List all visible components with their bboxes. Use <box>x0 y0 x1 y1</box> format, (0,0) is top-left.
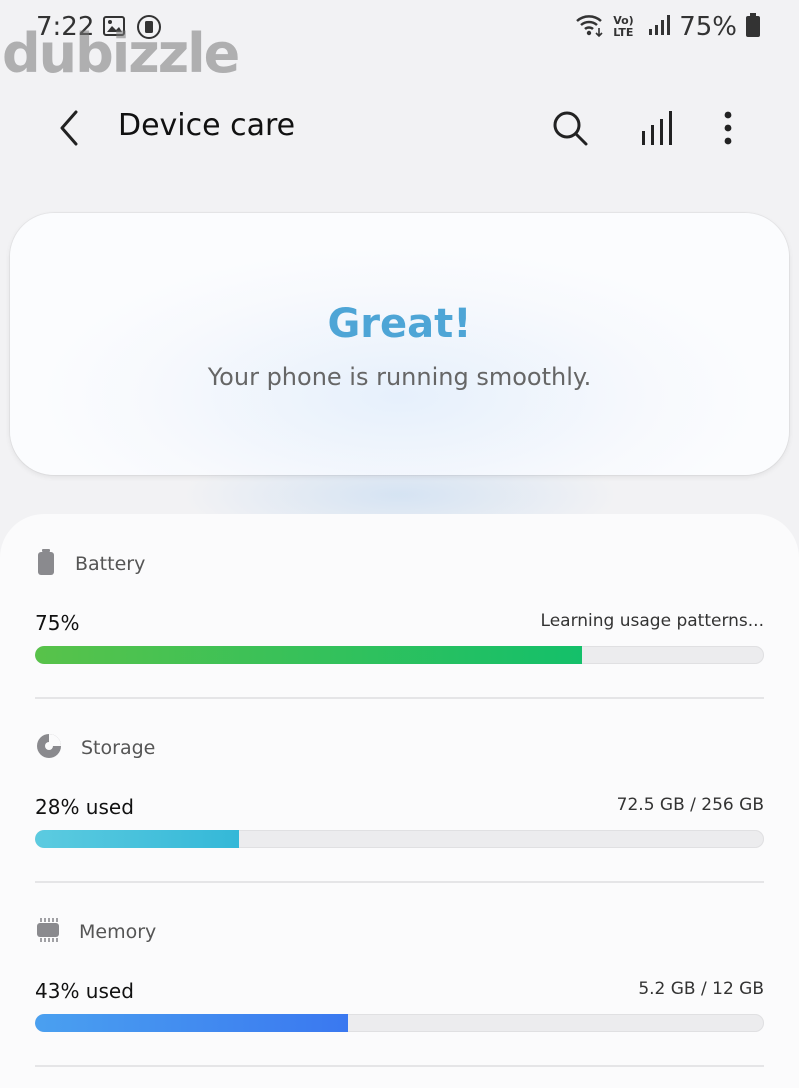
more-vertical-icon <box>724 111 732 145</box>
app-bar: Device care <box>0 96 799 160</box>
search-icon <box>553 111 588 146</box>
storage-label: Storage <box>81 737 156 759</box>
search-button[interactable] <box>548 106 592 150</box>
wifi-icon <box>575 12 605 42</box>
battery-percent-text: 75% <box>679 12 737 42</box>
memory-label: Memory <box>79 921 157 943</box>
memory-progress-track <box>35 1014 764 1032</box>
battery-progress-fill <box>35 646 582 664</box>
diagnostics-button[interactable] <box>634 106 678 150</box>
storage-header: Storage <box>35 732 155 764</box>
status-card: Great! Your phone is running smoothly. <box>10 213 789 475</box>
status-right: Vo) LTE 75% <box>575 12 761 42</box>
storage-detail: 72.5 GB / 256 GB <box>616 795 764 815</box>
status-battery-icon <box>745 12 761 42</box>
more-options-button[interactable] <box>706 106 750 150</box>
status-headline: Great! <box>327 301 472 347</box>
memory-section[interactable]: Memory 43% used 5.2 GB / 12 GB <box>35 882 764 1067</box>
section-divider <box>35 1065 764 1067</box>
battery-value: 75% <box>35 611 80 635</box>
battery-header: Battery <box>35 548 145 580</box>
volte-indicator: Vo) LTE <box>613 14 634 39</box>
pie-chart-icon <box>35 732 63 764</box>
storage-progress-track <box>35 830 764 848</box>
memory-chip-icon <box>35 916 61 948</box>
status-message: Your phone is running smoothly. <box>207 363 592 391</box>
back-button[interactable] <box>52 108 88 148</box>
stats-panel: Battery 75% Learning usage patterns... S… <box>0 514 799 1088</box>
signal-bars-icon <box>642 111 672 145</box>
memory-value: 43% used <box>35 979 134 1003</box>
dubizzle-watermark: dubizzle <box>2 22 240 85</box>
battery-detail: Learning usage patterns... <box>540 611 764 631</box>
memory-detail: 5.2 GB / 12 GB <box>638 979 764 999</box>
memory-progress-fill <box>35 1014 349 1032</box>
battery-icon <box>35 548 57 580</box>
battery-progress-track <box>35 646 764 664</box>
storage-progress-fill <box>35 830 240 848</box>
cellular-signal-icon <box>647 13 671 41</box>
storage-section[interactable]: Storage 28% used 72.5 GB / 256 GB <box>35 698 764 883</box>
page-title: Device care <box>118 108 296 143</box>
memory-header: Memory <box>35 916 156 948</box>
chevron-left-icon <box>60 110 78 146</box>
battery-section[interactable]: Battery 75% Learning usage patterns... <box>35 514 764 699</box>
battery-label: Battery <box>75 553 146 575</box>
storage-value: 28% used <box>35 795 134 819</box>
